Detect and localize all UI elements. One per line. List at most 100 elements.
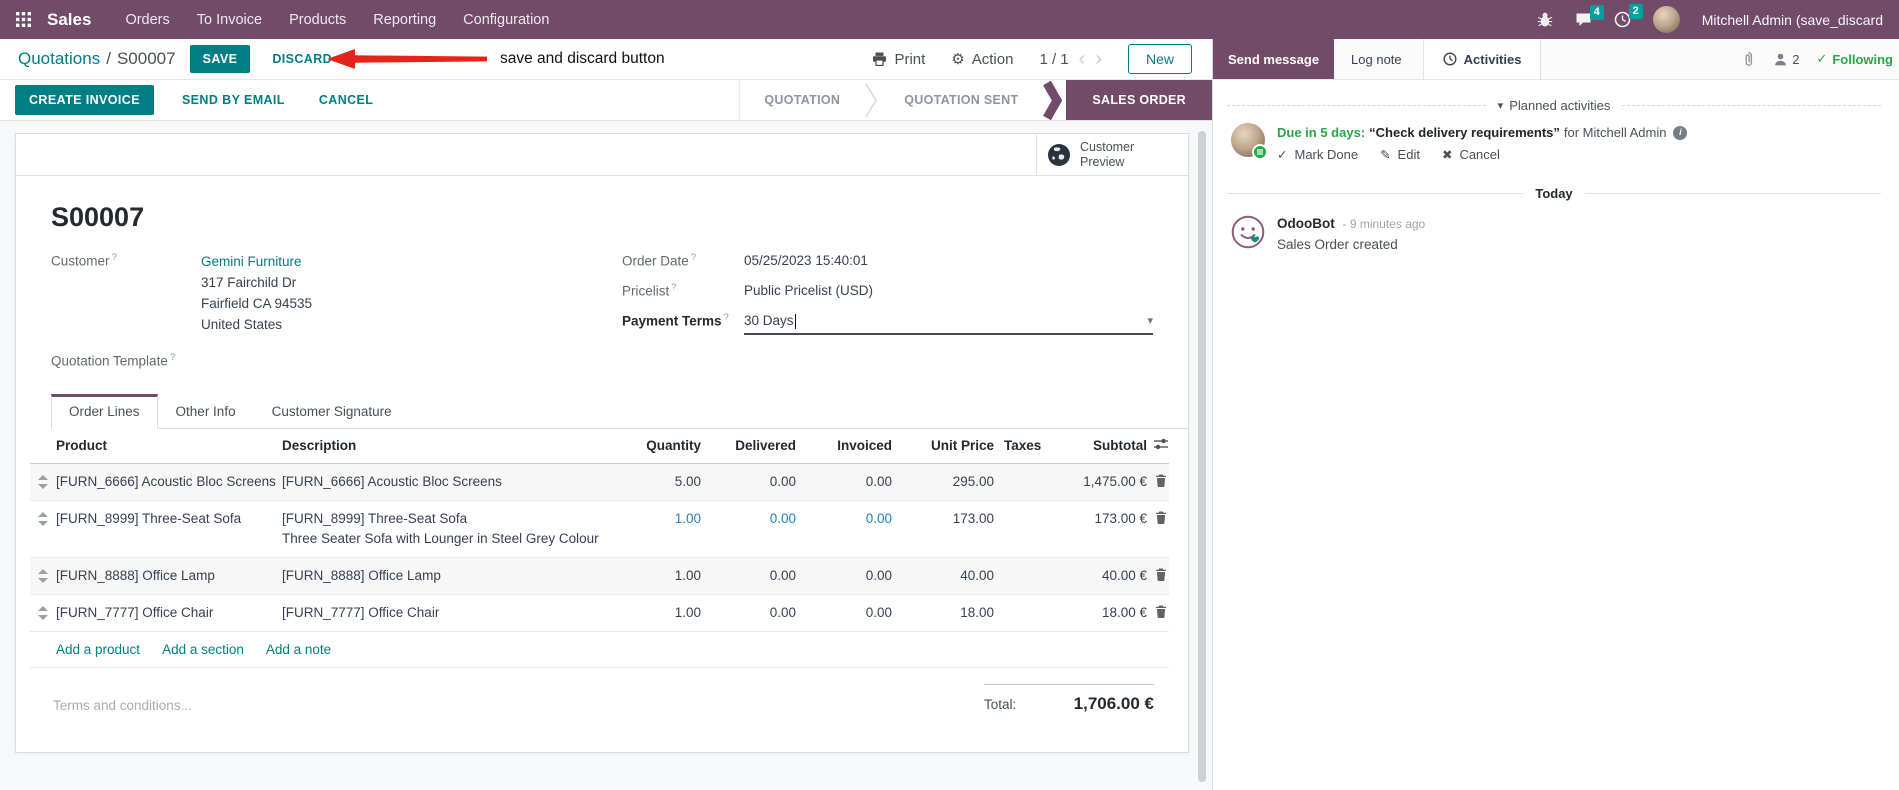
followers-button[interactable]: 2 — [1773, 52, 1799, 67]
cell-invoiced[interactable]: 0.00 — [796, 558, 892, 594]
save-button[interactable]: SAVE — [189, 45, 251, 73]
edit-activity-button[interactable]: ✎ Edit — [1380, 147, 1420, 162]
cell-unit-price[interactable]: 18.00 — [892, 595, 994, 631]
cell-quantity[interactable]: 5.00 — [537, 464, 701, 500]
apps-grid-icon[interactable] — [16, 12, 31, 27]
tab-order-lines[interactable]: Order Lines — [51, 393, 158, 429]
tab-customer-signature[interactable]: Customer Signature — [254, 394, 410, 429]
cell-unit-price[interactable]: 40.00 — [892, 558, 994, 594]
pencil-icon: ✎ — [1380, 148, 1391, 162]
attachment-paperclip-icon[interactable] — [1741, 51, 1756, 67]
info-icon[interactable]: i — [1673, 125, 1688, 140]
nav-item-products[interactable]: Products — [289, 12, 346, 28]
delete-row-icon[interactable] — [1147, 558, 1169, 589]
cell-description[interactable]: [FURN_8999] Three-Seat Sofa Three Seater … — [282, 501, 599, 557]
control-right: Print ⚙ Action 1 / 1 ‹ › New — [872, 44, 1192, 74]
cancel-button[interactable]: CANCEL — [313, 92, 379, 108]
cell-quantity[interactable]: 1.00 — [537, 595, 701, 631]
messages-icon[interactable]: 4 — [1575, 4, 1604, 28]
nav-item-reporting[interactable]: Reporting — [373, 12, 436, 28]
send-by-email-button[interactable]: SEND BY EMAIL — [176, 92, 291, 108]
payment-terms-input[interactable]: 30 Days ▾ — [744, 311, 1153, 335]
breadcrumb-quotations[interactable]: Quotations — [18, 49, 100, 69]
cancel-activity-button[interactable]: ✖ Cancel — [1442, 147, 1500, 162]
cell-taxes[interactable] — [994, 558, 1069, 574]
prev-page-icon[interactable]: ‹ — [1079, 49, 1086, 69]
vertical-scrollbar[interactable] — [1198, 131, 1206, 782]
cell-delivered[interactable]: 0.00 — [701, 501, 796, 537]
cell-delivered[interactable]: 0.00 — [701, 595, 796, 631]
cell-product[interactable]: [FURN_8999] Three-Seat Sofa — [56, 501, 282, 537]
dropdown-caret-icon[interactable]: ▾ — [1147, 311, 1153, 331]
stage-sales-order[interactable]: SALES ORDER — [1066, 80, 1212, 120]
debug-bug-icon[interactable] — [1537, 12, 1553, 28]
help-marker: ? — [723, 312, 729, 323]
help-marker: ? — [690, 252, 697, 263]
cell-taxes[interactable] — [994, 595, 1069, 611]
drag-handle-icon[interactable] — [30, 464, 56, 497]
drag-handle-icon[interactable] — [30, 501, 56, 534]
add-a-note-link[interactable]: Add a note — [266, 642, 331, 657]
send-message-button[interactable]: Send message — [1213, 39, 1335, 79]
planned-activities-header[interactable]: ▾ Planned activities — [1227, 98, 1881, 113]
description-line: Three Seater Sofa with Lounger in Steel … — [282, 530, 599, 546]
action-button[interactable]: ⚙ Action — [951, 51, 1013, 68]
activities-clock-icon[interactable]: 2 — [1614, 4, 1643, 28]
order-date-value[interactable]: 05/25/2023 15:40:01 — [744, 251, 1153, 271]
record-title: S00007 — [51, 202, 145, 232]
cell-invoiced[interactable]: 0.00 — [796, 595, 892, 631]
drag-handle-icon[interactable] — [30, 558, 56, 591]
drag-handle-icon[interactable] — [30, 595, 56, 628]
header-product: Product — [56, 437, 108, 453]
cell-unit-price[interactable]: 295.00 — [892, 464, 994, 500]
nav-item-to-invoice[interactable]: To Invoice — [197, 12, 262, 28]
activities-tab-label: Activities — [1463, 51, 1522, 67]
app-brand[interactable]: Sales — [47, 10, 91, 30]
nav-item-orders[interactable]: Orders — [125, 12, 169, 28]
next-page-icon[interactable]: › — [1095, 49, 1102, 69]
user-avatar[interactable] — [1652, 6, 1680, 33]
stage-quotation[interactable]: QUOTATION — [740, 80, 864, 120]
customer-preview-button[interactable]: Customer Preview — [1036, 134, 1188, 175]
cell-product[interactable]: [FURN_6666] Acoustic Bloc Screens — [56, 464, 282, 500]
customer-link[interactable]: Gemini Furniture — [201, 251, 582, 272]
message-body: Sales Order created — [1277, 237, 1398, 252]
print-button[interactable]: Print — [872, 51, 925, 68]
nav-item-configuration[interactable]: Configuration — [463, 12, 549, 28]
tab-other-info[interactable]: Other Info — [158, 394, 254, 429]
cell-taxes[interactable] — [994, 464, 1069, 480]
create-invoice-button[interactable]: CREATE INVOICE — [15, 85, 154, 115]
terms-placeholder[interactable]: Terms and conditions... — [53, 698, 192, 713]
stage-quotation-sent[interactable]: QUOTATION SENT — [880, 80, 1042, 120]
delete-row-icon[interactable] — [1147, 464, 1169, 495]
cell-description[interactable]: [FURN_8888] Office Lamp — [282, 558, 537, 594]
cell-delivered[interactable]: 0.00 — [701, 558, 796, 594]
optional-columns-icon[interactable] — [1147, 429, 1169, 457]
cell-delivered[interactable]: 0.00 — [701, 464, 796, 500]
add-a-product-link[interactable]: Add a product — [56, 642, 140, 657]
cell-description[interactable]: [FURN_7777] Office Chair — [282, 595, 537, 631]
delete-row-icon[interactable] — [1147, 501, 1169, 532]
cell-quantity[interactable]: 1.00 — [537, 558, 701, 594]
user-menu[interactable]: Mitchell Admin (save_discard — [1702, 12, 1883, 28]
table-row: [FURN_7777] Office Chair [FURN_7777] Off… — [30, 595, 1169, 632]
new-button[interactable]: New — [1127, 44, 1192, 74]
help-marker: ? — [111, 252, 117, 263]
delete-row-icon[interactable] — [1147, 595, 1169, 626]
log-note-button[interactable]: Log note — [1334, 39, 1419, 79]
add-a-section-link[interactable]: Add a section — [162, 642, 244, 657]
cell-invoiced[interactable]: 0.00 — [796, 501, 892, 537]
mark-done-button[interactable]: ✓ Mark Done — [1277, 147, 1358, 162]
cell-taxes[interactable] — [994, 501, 1069, 517]
cell-product[interactable]: [FURN_8888] Office Lamp — [56, 558, 282, 594]
cell-quantity[interactable]: 1.00 — [537, 501, 701, 537]
cell-unit-price[interactable]: 173.00 — [892, 501, 994, 537]
cell-invoiced[interactable]: 0.00 — [796, 464, 892, 500]
pricelist-value[interactable]: Public Pricelist (USD) — [744, 281, 1153, 301]
payment-terms-value: 30 Days — [744, 313, 794, 328]
following-button[interactable]: ✓ Following — [1816, 51, 1893, 67]
quotation-template-value[interactable] — [201, 351, 582, 369]
cell-description[interactable]: [FURN_6666] Acoustic Bloc Screens — [282, 464, 537, 500]
cell-product[interactable]: [FURN_7777] Office Chair — [56, 595, 282, 631]
activities-tab[interactable]: Activities — [1422, 39, 1542, 79]
